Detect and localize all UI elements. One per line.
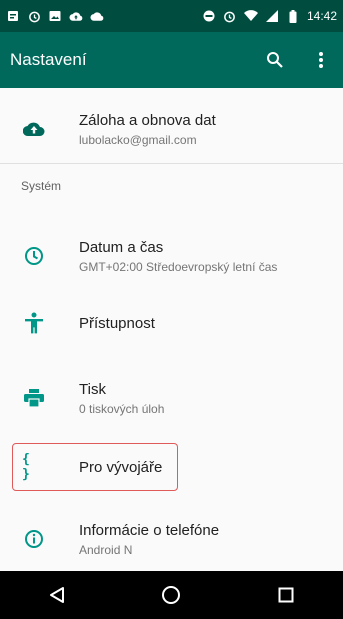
item-subtitle: Android N [79, 542, 133, 557]
cloud-upload-icon [22, 117, 46, 141]
item-title: Tisk [79, 380, 106, 398]
battery-icon [286, 9, 300, 23]
signal-icon [265, 9, 279, 23]
info-icon [22, 527, 46, 551]
navigation-bar [0, 571, 343, 619]
app-bar-actions [263, 48, 333, 72]
item-title: Informácie o telefóne [79, 521, 220, 539]
section-header-system: Systém [21, 179, 62, 193]
settings-item-print[interactable]: Tisk 0 tiskových úloh [0, 364, 343, 432]
item-title: Přístupnost [79, 314, 155, 332]
braces-icon: { } [22, 452, 46, 482]
cloud-icon [69, 9, 83, 23]
item-subtitle: GMT+02:00 Středoevropský letní čas [79, 259, 278, 274]
clock-icon [22, 244, 46, 268]
page-title: Nastavení [10, 50, 87, 69]
wifi-icon [243, 9, 258, 23]
accessibility-icon [22, 311, 46, 335]
cloud-icon-2 [90, 9, 104, 23]
item-title: Pro vývojáře [79, 458, 163, 476]
do-not-disturb-icon [202, 9, 216, 23]
settings-item-datetime[interactable]: Datum a čas GMT+02:00 Středoevropský let… [0, 218, 343, 294]
more-vert-icon[interactable] [309, 48, 333, 72]
status-bar: 14:42 [0, 0, 343, 32]
app-bar: Nastavení [0, 32, 343, 88]
back-icon[interactable] [42, 580, 72, 610]
settings-item-developer[interactable]: { } Pro vývojáře [0, 443, 343, 491]
settings-item-about[interactable]: Informácie o telefóne Android N [0, 508, 343, 570]
alarm-icon [27, 9, 41, 23]
status-bar-system: 14:42 [202, 9, 337, 23]
alarm-icon-2 [223, 9, 237, 23]
braces-glyph: { } [22, 452, 32, 482]
image-icon [48, 9, 62, 23]
item-title: Záloha a obnova dat [79, 111, 216, 129]
item-title: Datum a čas [79, 238, 164, 256]
section-divider [0, 163, 343, 164]
settings-item-backup[interactable]: Záloha a obnova dat lubolacko@gmail.com [0, 95, 343, 163]
item-subtitle: 0 tiskových úloh [79, 401, 165, 416]
notification-icon [6, 9, 20, 23]
item-subtitle: lubolacko@gmail.com [79, 132, 197, 147]
printer-icon [22, 386, 46, 410]
recents-icon[interactable] [271, 580, 301, 610]
home-icon[interactable] [156, 580, 186, 610]
status-bar-notifications [6, 9, 104, 23]
settings-item-accessibility[interactable]: Přístupnost [0, 294, 343, 352]
search-icon[interactable] [263, 48, 287, 72]
status-time: 14:42 [306, 9, 337, 23]
